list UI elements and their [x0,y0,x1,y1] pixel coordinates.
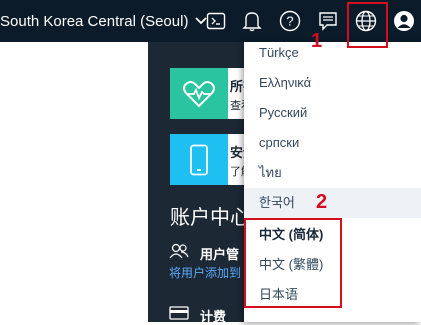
credit-card-icon [169,306,189,320]
heart-pulse-icon [170,68,228,119]
region-selector[interactable]: South Korea Central (Seoul) [0,11,208,31]
bell-icon[interactable] [240,9,264,33]
language-option-thai[interactable]: ไทย [244,158,421,188]
annotation-box-globe [347,2,388,48]
add-users-link[interactable]: 将用户添加到 [169,264,241,281]
language-option-russian[interactable]: Русский [244,98,421,128]
region-label: South Korea Central (Seoul) [0,12,189,30]
help-icon[interactable]: ? [278,9,302,33]
cloud-shell-icon[interactable] [204,9,228,33]
svg-text:?: ? [286,14,293,29]
user-avatar-icon[interactable] [392,9,416,33]
annotation-number-1: 1 [311,30,323,52]
billing-label: 计费 [200,309,227,324]
language-option-serbian[interactable]: српски [244,128,421,158]
account-center-title: 账户中心 [170,207,250,229]
left-pane [0,42,148,322]
phone-icon [170,134,228,185]
language-option-korean[interactable]: 한국어 [244,188,421,218]
annotation-box-chinese [244,218,342,308]
annotation-number-2: 2 [316,191,328,213]
users-icon [169,243,189,259]
language-option-turkish[interactable]: Türkçe [244,42,421,68]
user-management-label: 用户管 [200,247,240,262]
language-option-greek[interactable]: Ελληνικά [244,68,421,98]
